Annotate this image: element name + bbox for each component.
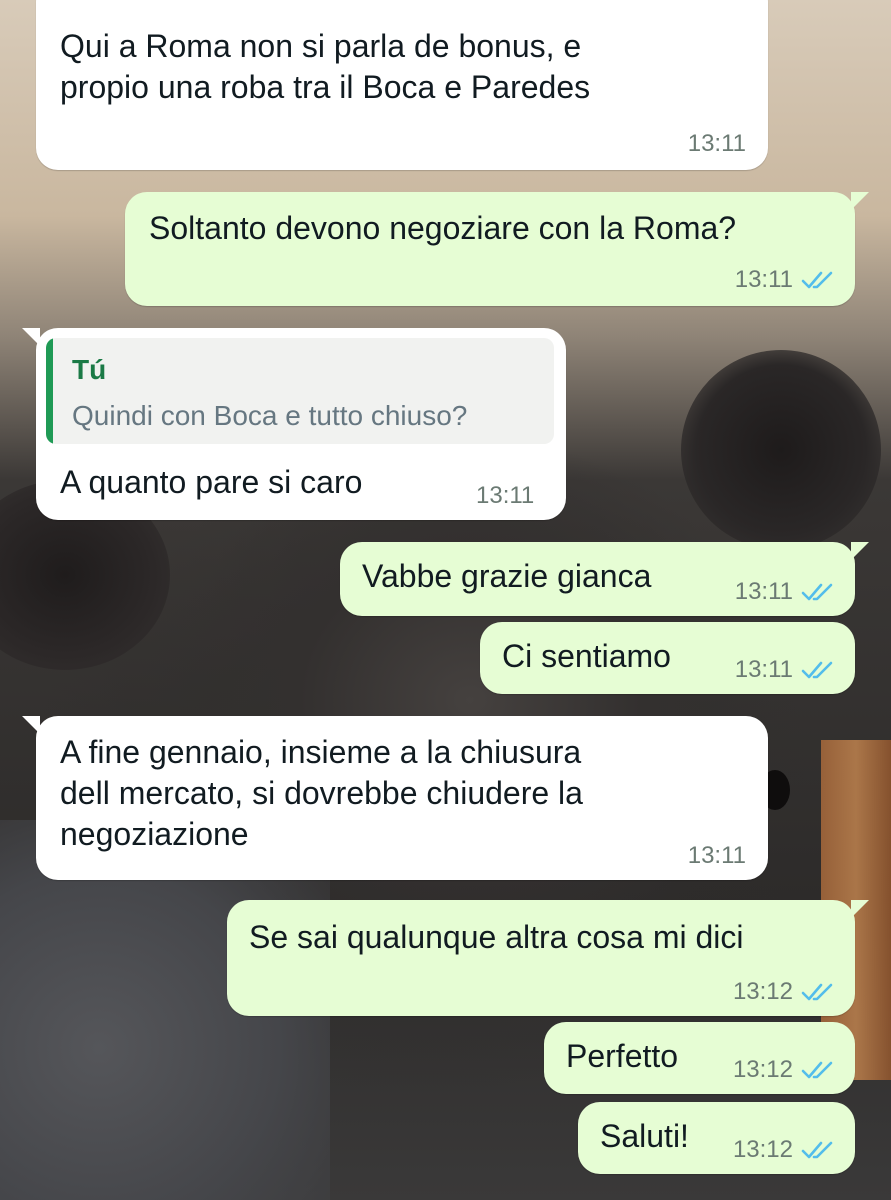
- double-check-icon: [801, 661, 833, 679]
- message-line: Ci sentiamo: [502, 638, 671, 674]
- quoted-reply[interactable]: Tú Quindi con Boca e tutto chiuso?: [46, 338, 554, 444]
- outgoing-message[interactable]: Ci sentiamo 13:11: [480, 622, 855, 694]
- outgoing-message[interactable]: Vabbe grazie gianca 13:11: [340, 542, 869, 616]
- message-line: Saluti!: [600, 1118, 689, 1154]
- message-meta: 13:11: [688, 842, 746, 870]
- double-check-icon: [801, 1141, 833, 1159]
- message-meta: 13:11: [735, 656, 835, 684]
- message-line: Soltanto devono negoziare con la Roma?: [149, 210, 737, 246]
- message-text: Se sai qualunque altra cosa mi dici: [249, 917, 744, 958]
- message-time: 13:11: [734, 656, 793, 683]
- bubble-tail: [851, 900, 869, 918]
- message-text: Soltanto devono negoziare con la Roma?: [149, 208, 736, 249]
- message-text: A fine gennaio, insieme a la chiusura de…: [60, 732, 583, 855]
- double-check-icon: [801, 1061, 833, 1079]
- message-time: 13:12: [732, 1136, 793, 1163]
- message-time: 13:11: [687, 842, 746, 869]
- outgoing-message[interactable]: Saluti! 13:12: [578, 1102, 855, 1174]
- message-meta: 13:12: [733, 1056, 835, 1084]
- message-line: Se sai qualunque altra cosa mi dici: [249, 919, 744, 955]
- double-check-icon: [801, 271, 833, 289]
- incoming-message[interactable]: A fine gennaio, insieme a la chiusura de…: [22, 716, 768, 880]
- incoming-message[interactable]: Qui a Roma non si parla de bonus, e prop…: [36, 0, 768, 170]
- message-text: Ci sentiamo: [502, 636, 671, 677]
- message-time: 13:11: [734, 266, 793, 293]
- message-meta: 13:12: [733, 978, 835, 1006]
- quoted-author: Tú: [72, 354, 107, 385]
- message-meta: 13:11: [476, 482, 534, 510]
- message-time: 13:11: [734, 578, 793, 605]
- message-meta: 13:11: [735, 266, 835, 294]
- message-list[interactable]: Qui a Roma non si parla de bonus, e prop…: [0, 0, 891, 1200]
- message-line: Perfetto: [566, 1038, 679, 1074]
- double-check-icon: [801, 583, 833, 601]
- bubble-tail: [22, 716, 40, 734]
- bubble-tail: [22, 328, 40, 346]
- outgoing-message[interactable]: Se sai qualunque altra cosa mi dici 13:1…: [227, 900, 869, 1016]
- message-meta: 13:12: [733, 1136, 835, 1164]
- message-time: 13:11: [476, 482, 535, 509]
- message-line: dell mercato, si dovrebbe chiudere la: [60, 775, 583, 811]
- message-line: A quanto pare si caro: [60, 464, 363, 500]
- outgoing-message[interactable]: Soltanto devono negoziare con la Roma? 1…: [125, 192, 869, 306]
- message-time: 13:11: [687, 130, 746, 157]
- quote-accent-bar: [46, 338, 53, 444]
- message-text: A quanto pare si caro: [60, 462, 362, 503]
- bubble-tail: [851, 192, 869, 210]
- message-text: Saluti!: [600, 1116, 689, 1157]
- message-text: Vabbe grazie gianca: [362, 556, 651, 597]
- message-meta: 13:11: [688, 130, 746, 158]
- message-text: Perfetto: [566, 1036, 678, 1077]
- message-line: Qui a Roma non si parla de bonus, e: [60, 28, 582, 64]
- message-line: Vabbe grazie gianca: [362, 558, 652, 594]
- message-line: A fine gennaio, insieme a la chiusura: [60, 734, 582, 770]
- quoted-text: Quindi con Boca e tutto chiuso?: [72, 400, 468, 431]
- message-time: 13:12: [732, 1056, 793, 1083]
- message-time: 13:12: [732, 978, 793, 1005]
- message-text: Qui a Roma non si parla de bonus, e prop…: [60, 26, 590, 108]
- outgoing-message[interactable]: Perfetto 13:12: [544, 1022, 855, 1094]
- message-meta: 13:11: [735, 578, 835, 606]
- message-line: propio una roba tra il Boca e Paredes: [60, 69, 591, 105]
- bubble-tail: [851, 542, 869, 560]
- message-line: negoziazione: [60, 816, 249, 852]
- double-check-icon: [801, 983, 833, 1001]
